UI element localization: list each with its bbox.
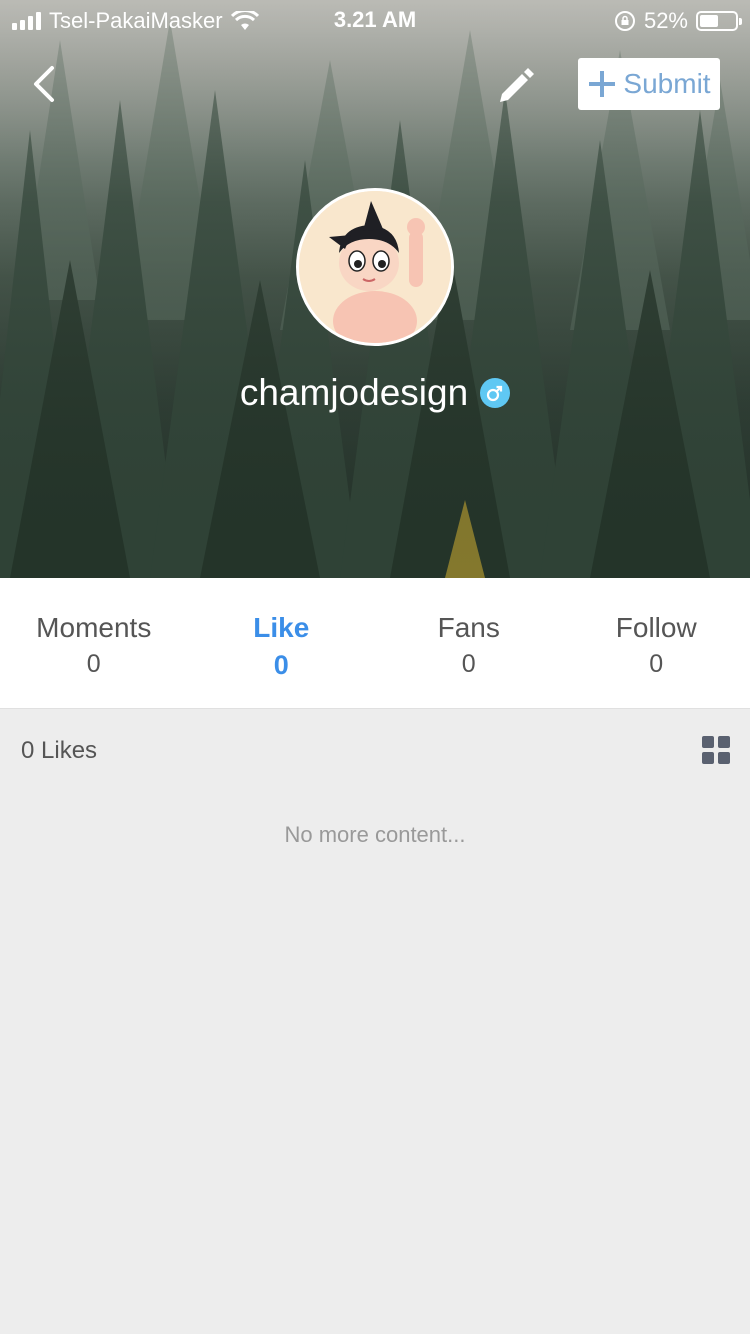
tab-like-count: 0	[273, 650, 289, 680]
tab-follow[interactable]: Follow 0	[563, 578, 750, 708]
plus-icon	[589, 71, 616, 97]
username: chamjodesign	[239, 372, 469, 413]
battery-icon	[696, 11, 742, 31]
battery-percent: 52%	[643, 8, 688, 33]
empty-state-text: No more content...	[284, 822, 466, 847]
profile-cover: Tsel-PakaiMasker 3.21 AM 52% Submit cham…	[0, 0, 750, 578]
tab-follow-label: Follow	[615, 612, 697, 643]
tab-fans-label: Fans	[437, 612, 500, 643]
tab-moments-label: Moments	[36, 612, 152, 643]
tab-like-label: Like	[253, 612, 310, 643]
tab-moments[interactable]: Moments 0	[0, 578, 188, 708]
submit-label: Submit	[623, 68, 711, 99]
likes-header: 0 Likes	[0, 709, 750, 789]
pencil-icon[interactable]	[494, 64, 538, 108]
tab-like[interactable]: Like 0	[188, 578, 376, 708]
status-right: 52%	[614, 8, 742, 34]
profile-stats-tabs: Moments 0 Like 0 Fans 0 Follow 0	[0, 578, 750, 709]
tab-fans[interactable]: Fans 0	[375, 578, 563, 708]
status-bar: Tsel-PakaiMasker 3.21 AM 52%	[0, 0, 750, 40]
avatar[interactable]	[296, 188, 454, 346]
likes-count-title: 0 Likes	[21, 737, 98, 764]
male-icon	[480, 378, 511, 408]
tab-moments-count: 0	[86, 650, 101, 678]
grid-view-icon[interactable]	[702, 736, 730, 764]
tab-fans-count: 0	[461, 650, 476, 678]
rotation-lock-icon	[614, 11, 635, 31]
profile-name-row: chamjodesign	[0, 372, 750, 414]
astro-boy-avatar-icon	[299, 191, 451, 343]
back-chevron-icon[interactable]	[26, 62, 66, 106]
submit-button[interactable]: Submit	[578, 58, 720, 110]
tab-follow-count: 0	[649, 650, 664, 678]
